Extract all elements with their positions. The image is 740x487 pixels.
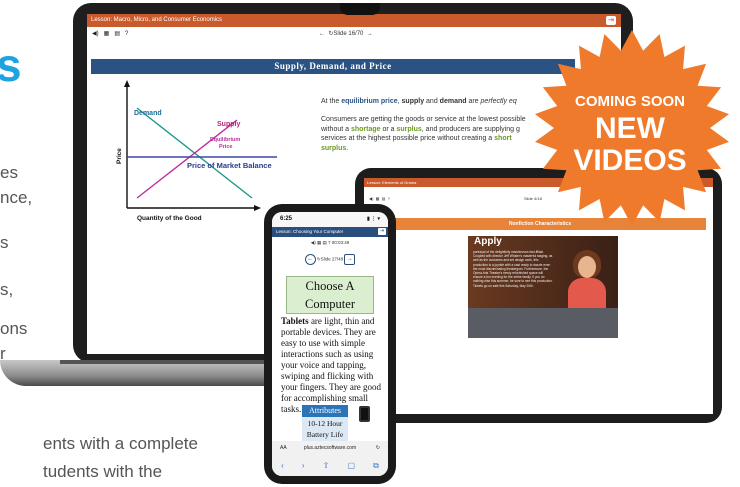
y-axis-title: Price <box>116 148 123 164</box>
prev-slide-icon[interactable]: ← <box>304 254 316 265</box>
video-title: Apply <box>474 236 502 247</box>
phone-slide-nav: ← ↻Slide 27/48 → <box>272 254 388 268</box>
supply-label: Supply <box>217 121 240 128</box>
starburst-line-2: NEW <box>595 112 666 145</box>
lesson-title: Lesson: Macro, Micro, and Consumer Econo… <box>91 17 223 23</box>
y-axis-arrow <box>124 80 130 87</box>
x-axis-title: Quantity of the Good <box>137 215 202 222</box>
presenter-body <box>568 278 606 308</box>
tablet-toolbar: ◀) ▦ ▤ ? <box>369 196 390 201</box>
forward-icon[interactable]: › <box>302 461 305 470</box>
equilibrium-label-2: Price <box>219 144 232 150</box>
video-player[interactable]: Apply portrayal of the delightfully misc… <box>468 236 618 338</box>
starburst-line-3: VIDEOS <box>573 144 686 177</box>
phone-exit-icon[interactable]: ⇥ <box>378 228 386 235</box>
body-line-2: nce, <box>0 188 33 207</box>
presenter-face <box>578 256 596 278</box>
heading-fragment: s <box>0 39 22 91</box>
slide-counter: Slide 16/70 <box>333 31 364 37</box>
phone-lesson-title: Lesson: Choosing Your Computer <box>276 229 344 234</box>
body-line-1: es <box>0 163 18 182</box>
browser-bottom-bar: ‹ › ⇧ ▢ ⧉ <box>272 455 388 476</box>
body-line-5: ons <box>0 319 28 338</box>
attributes-header: Attributes <box>302 405 348 417</box>
phone-slide-title: Choose A Computer <box>286 276 374 314</box>
phone-topbar: Lesson: Choosing Your Computer ⇥ <box>272 227 388 237</box>
next-slide-icon[interactable]: → <box>344 254 356 265</box>
share-icon[interactable]: ⇧ <box>323 461 330 470</box>
prev-slide-icon[interactable]: ← <box>319 31 325 37</box>
help-icon[interactable]: ? <box>125 31 128 37</box>
status-time: 6:25 <box>280 216 293 222</box>
exit-icon[interactable]: ⇥ <box>606 16 616 25</box>
reload-page-icon[interactable]: ↻ <box>376 441 380 455</box>
body-line-3: s <box>0 233 9 252</box>
tablet-icon <box>359 406 370 422</box>
lesson-topbar: Lesson: Macro, Micro, and Consumer Econo… <box>87 14 621 27</box>
status-icons: ▮ ⋮ ▾ <box>366 216 380 222</box>
back-icon[interactable]: ‹ <box>281 461 284 470</box>
body-line-4: s, <box>0 280 14 299</box>
browser-url-bar[interactable]: AA plus.aztecsoftware.com ↻ <box>272 441 388 455</box>
video-controls-area <box>468 308 618 338</box>
tabs-icon[interactable]: ⧉ <box>373 461 379 471</box>
next-slide-icon[interactable]: → <box>367 31 373 37</box>
audio-icon[interactable]: ◀) <box>92 31 99 37</box>
video-passage: portrayal of the delightfully mischievou… <box>473 250 553 288</box>
phone-toolbar: ◀) ▦ ▤ ? 00:03:49 <box>310 240 350 245</box>
phone-status-bar: 6:25 ▮ ⋮ ▾ <box>272 212 388 227</box>
supply-curve <box>136 119 238 199</box>
starburst-line-1: COMING SOON <box>575 93 685 110</box>
tablet-lesson-title: Lesson: Elements of Drama <box>367 180 417 185</box>
phone-slide-counter: Slide 27/48 <box>320 256 344 262</box>
slide-nav: ← ↻Slide 16/70 → <box>319 30 373 37</box>
phone-screen: 6:25 ▮ ⋮ ▾ Lesson: Choosing Your Compute… <box>272 212 388 476</box>
calculator-icon[interactable]: ▦ <box>104 31 110 37</box>
coming-soon-starburst: COMING SOON NEW VIDEOS <box>535 30 729 226</box>
laptop-notch <box>340 3 380 15</box>
x-axis-arrow <box>254 205 261 211</box>
tablets-paragraph: Tablets are light, thin and portable dev… <box>281 316 382 414</box>
bookmarks-icon[interactable]: ▢ <box>347 461 355 470</box>
url-text[interactable]: plus.aztecsoftware.com <box>304 445 356 451</box>
slide-title: Supply, Demand, and Price <box>91 59 575 74</box>
bottom-line-2: tudents with the <box>43 462 163 481</box>
text-size-icon[interactable]: AA <box>280 441 287 455</box>
equilibrium-label-1: Equilibrium <box>210 137 240 143</box>
market-price-label: Price of Market Balance <box>187 161 272 170</box>
attributes-cell: 10-12 Hour Battery Life <box>302 417 348 441</box>
notes-icon[interactable]: ▤ <box>114 31 120 37</box>
demand-label: Demand <box>134 110 162 117</box>
bottom-line-1: ents with a complete <box>43 434 198 453</box>
